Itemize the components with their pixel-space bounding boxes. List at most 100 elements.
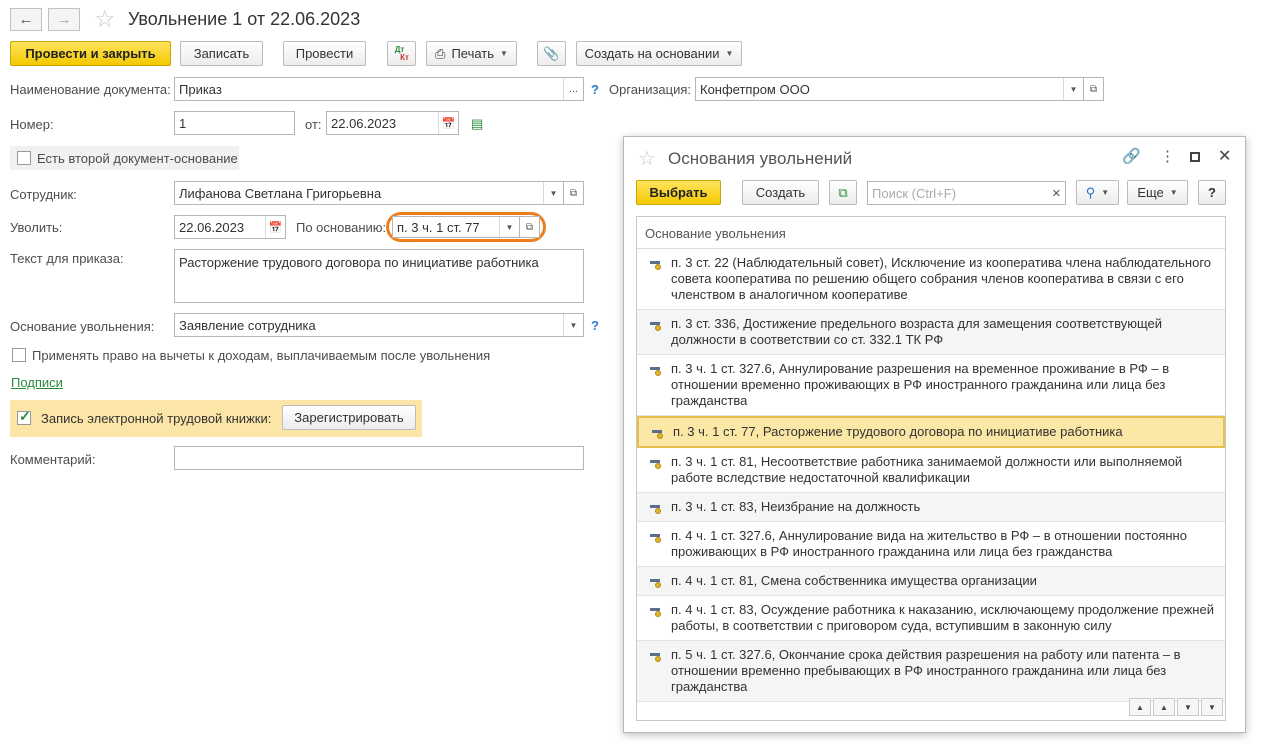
- catalog-item-icon: [650, 605, 662, 617]
- catalog-item-icon: [652, 427, 664, 439]
- back-button[interactable]: ←: [10, 8, 42, 31]
- calendar-icon[interactable]: 📅: [438, 112, 458, 134]
- more-button[interactable]: Еще ▼: [1127, 180, 1188, 205]
- list-item[interactable]: п. 4 ч. 1 ст. 83, Осуждение работника к …: [637, 596, 1225, 641]
- status-check-icon: ▤: [471, 116, 484, 131]
- signatures-link[interactable]: Подписи: [11, 375, 63, 390]
- order-text-label: Текст для приказа:: [10, 251, 124, 266]
- kt-icon: Кт: [400, 52, 409, 62]
- catalog-item-icon: [650, 364, 662, 376]
- help-icon[interactable]: ?: [591, 82, 599, 97]
- forward-button[interactable]: →: [48, 8, 80, 31]
- search-button[interactable]: ⚲ ▼: [1076, 180, 1119, 205]
- list-item[interactable]: п. 5 ч. 1 ст. 327.6, Окончание срока дей…: [637, 641, 1225, 702]
- create-based-on-button[interactable]: Создать на основании ▼: [576, 41, 742, 66]
- etk-checkbox[interactable]: ✓: [17, 408, 31, 425]
- list-item-text: п. 3 ч. 1 ст. 83, Неизбрание на должност…: [671, 499, 921, 514]
- list-item[interactable]: п. 3 ч. 1 ст. 83, Неизбрание на должност…: [637, 493, 1225, 522]
- dt-kt-button[interactable]: Дт Кт: [387, 41, 416, 66]
- list-item[interactable]: п. 3 ст. 22 (Наблюдательный совет), Искл…: [637, 249, 1225, 310]
- scroll-bottom-icon[interactable]: ▼: [1201, 698, 1223, 716]
- list-item[interactable]: п. 4 ч. 1 ст. 327.6, Аннулирование вида …: [637, 522, 1225, 567]
- open-icon[interactable]: ⧉: [564, 181, 584, 205]
- more-label: Еще: [1137, 185, 1164, 200]
- number-value: 1: [179, 115, 187, 131]
- chevron-down-icon[interactable]: ▼: [563, 314, 583, 336]
- deductions-label: Применять право на вычеты к доходам, вып…: [32, 348, 491, 363]
- write-button[interactable]: Записать: [180, 41, 263, 66]
- help-button[interactable]: ?: [1198, 180, 1226, 205]
- calendar-icon[interactable]: 📅: [265, 216, 285, 238]
- ellipsis-icon[interactable]: ...: [563, 78, 583, 100]
- open-icon[interactable]: ⧉: [520, 216, 540, 238]
- copy-icon: ⧉: [838, 184, 848, 200]
- scroll-down-icon[interactable]: ▼: [1177, 698, 1199, 716]
- maximize-icon[interactable]: [1190, 152, 1200, 162]
- paperclip-icon: 📎: [543, 45, 560, 61]
- post-and-close-button[interactable]: Провести и закрыть: [10, 41, 171, 66]
- number-field[interactable]: 1: [174, 111, 295, 135]
- date-field[interactable]: 22.06.2023 📅: [326, 111, 459, 135]
- list-item[interactable]: п. 4 ч. 1 ст. 81, Смена собственника иму…: [637, 567, 1225, 596]
- attachment-button[interactable]: 📎: [537, 41, 566, 66]
- reason-label: Основание увольнения:: [10, 319, 155, 334]
- search-icon: ⚲: [1085, 184, 1096, 200]
- window-title: Увольнение 1 от 22.06.2023: [128, 9, 361, 29]
- date-value: 22.06.2023: [331, 115, 397, 131]
- dismiss-date-value: 22.06.2023: [179, 219, 245, 235]
- register-button[interactable]: Зарегистрировать: [282, 405, 416, 430]
- etk-label: Запись электронной трудовой книжки:: [41, 411, 272, 426]
- search-field[interactable]: Поиск (Ctrl+F) ✕: [867, 181, 1066, 205]
- reason-value: Заявление сотрудника: [179, 317, 316, 333]
- list-item[interactable]: п. 3 ч. 1 ст. 327.6, Аннулирование разре…: [637, 355, 1225, 416]
- doc-name-field[interactable]: Приказ ...: [174, 77, 584, 101]
- print-button[interactable]: ⎙ Печать ▼: [426, 41, 517, 66]
- clear-icon[interactable]: ✕: [1052, 187, 1061, 200]
- org-value: Конфетпром ООО: [700, 81, 810, 97]
- dismiss-label: Уволить:: [10, 220, 63, 235]
- chevron-down-icon: ▼: [1101, 188, 1110, 197]
- close-icon[interactable]: ✕: [1218, 146, 1231, 166]
- list-item-text: п. 4 ч. 1 ст. 83, Осуждение работника к …: [671, 602, 1214, 633]
- comment-field[interactable]: [174, 446, 584, 470]
- employee-field[interactable]: Лифанова Светлана Григорьевна ▼: [174, 181, 564, 205]
- basis-field[interactable]: п. 3 ч. 1 ст. 77 ▼: [392, 216, 520, 238]
- list-item[interactable]: п. 3 ч. 1 ст. 81, Несоответствие работни…: [637, 448, 1225, 493]
- second-doc-checkbox[interactable]: [17, 151, 31, 165]
- list-item-text: п. 3 ч. 1 ст. 81, Несоответствие работни…: [671, 454, 1183, 485]
- create-button[interactable]: Создать: [742, 180, 819, 205]
- scroll-up-icon[interactable]: ▲: [1153, 698, 1175, 716]
- org-field[interactable]: Конфетпром ООО ▼: [695, 77, 1084, 101]
- copy-button[interactable]: ⧉: [829, 180, 857, 205]
- dismiss-date-field[interactable]: 22.06.2023 📅: [174, 215, 286, 239]
- list-item-text: п. 3 ст. 22 (Наблюдательный совет), Искл…: [671, 255, 1212, 302]
- catalog-item-icon: [650, 502, 662, 514]
- post-button[interactable]: Провести: [283, 41, 366, 66]
- arrow-right-icon: →: [56, 11, 72, 28]
- scroll-top-icon[interactable]: ▲: [1129, 698, 1151, 716]
- more-vertical-icon[interactable]: ⋮: [1160, 147, 1175, 165]
- chevron-down-icon[interactable]: ▼: [1063, 78, 1083, 100]
- reason-field[interactable]: Заявление сотрудника ▼: [174, 313, 584, 337]
- search-placeholder: Поиск (Ctrl+F): [872, 185, 957, 201]
- printer-icon: ⎙: [435, 45, 446, 61]
- deductions-checkbox[interactable]: [12, 348, 26, 362]
- help-icon[interactable]: ?: [591, 318, 599, 333]
- comment-label: Комментарий:: [10, 452, 96, 467]
- from-label: от:: [305, 117, 322, 132]
- list-item[interactable]: п. 3 ч. 1 ст. 77, Расторжение трудового …: [637, 416, 1225, 448]
- chevron-down-icon[interactable]: ▼: [543, 182, 563, 204]
- favorite-star-icon[interactable]: ☆: [94, 5, 116, 34]
- chevron-down-icon: ▼: [1169, 188, 1178, 197]
- order-text-area[interactable]: Расторжение трудового договора по инициа…: [174, 249, 584, 303]
- link-icon[interactable]: 🔗: [1122, 147, 1141, 165]
- catalog-item-icon: [650, 258, 662, 270]
- list-item[interactable]: п. 3 ст. 336, Достижение предельного воз…: [637, 310, 1225, 355]
- open-icon[interactable]: ⧉: [1084, 77, 1104, 101]
- favorite-star-icon[interactable]: ☆: [638, 146, 656, 171]
- catalog-item-icon: [650, 531, 662, 543]
- chevron-down-icon[interactable]: ▼: [499, 217, 519, 237]
- second-doc-label: Есть второй документ-основание: [37, 151, 238, 166]
- order-text-value: Расторжение трудового договора по инициа…: [179, 255, 539, 270]
- select-button[interactable]: Выбрать: [636, 180, 721, 205]
